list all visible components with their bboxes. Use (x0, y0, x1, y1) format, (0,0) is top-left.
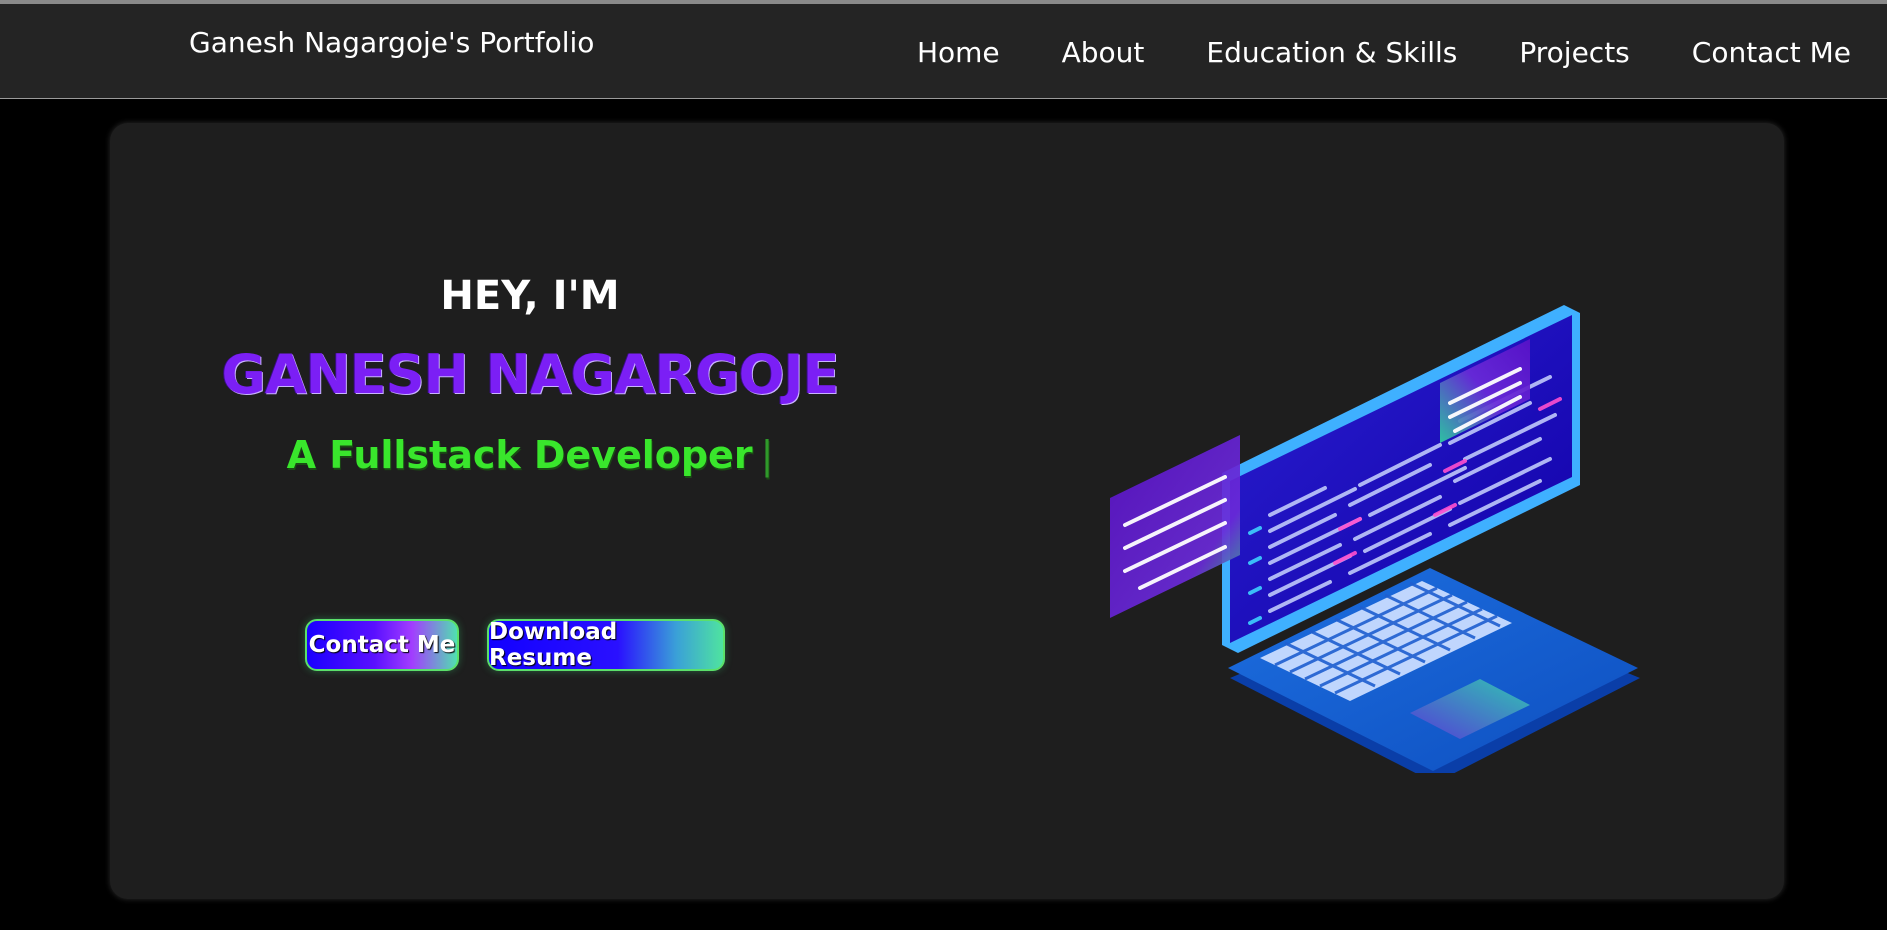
hero-role-text: A Fullstack Developer (286, 433, 753, 477)
hero-greeting: HEY, I'M (440, 273, 620, 319)
main-nav: Home About Education & Skills Projects C… (917, 36, 1851, 69)
laptop-code-illustration (1110, 305, 1640, 773)
nav-education-skills[interactable]: Education & Skills (1206, 36, 1457, 69)
typing-cursor: | (760, 433, 774, 477)
nav-contact-me[interactable]: Contact Me (1692, 36, 1851, 69)
nav-about[interactable]: About (1062, 36, 1145, 69)
top-navbar: Ganesh Nagargoje's Portfolio Home About … (0, 0, 1887, 99)
hero-role: A Fullstack Developer | (110, 433, 950, 477)
download-resume-button[interactable]: Download Resume (487, 619, 725, 671)
contact-me-button[interactable]: Contact Me (305, 619, 459, 671)
hero-section: HEY, I'M GANESH NAGARGOJE A Fullstack De… (110, 123, 1784, 899)
nav-projects[interactable]: Projects (1519, 36, 1629, 69)
hero-name: GANESH NAGARGOJE (221, 343, 840, 406)
nav-home[interactable]: Home (917, 36, 1000, 69)
brand-title[interactable]: Ganesh Nagargoje's Portfolio (189, 26, 594, 59)
